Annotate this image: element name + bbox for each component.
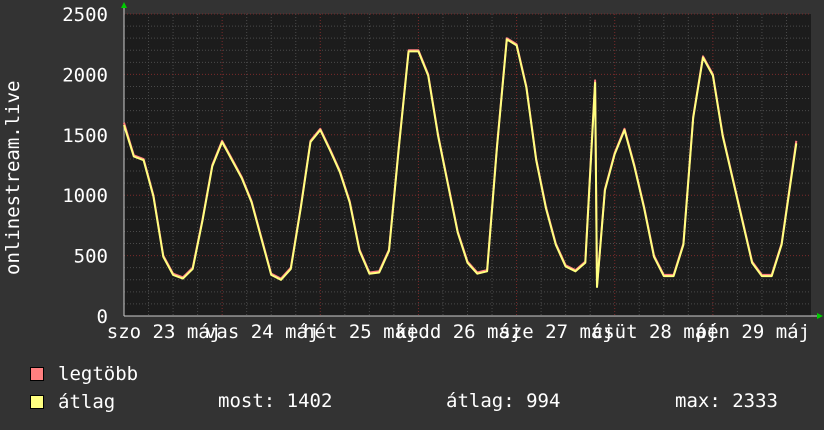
y-tick-label: 2000 [62,64,108,86]
y-axis-label: onlinestream.live [2,81,24,275]
stat-avg: átlag: 994 [446,390,561,412]
x-tick-labels: szo 23 májvas 24 májhét 25 májkedd 26 má… [107,321,810,343]
y-tick-label: 1000 [62,185,108,207]
y-tick-label: 1500 [62,125,108,147]
legend-label-avg: átlag [58,391,116,413]
y-tick-label: 2500 [62,4,108,26]
legend-item-avg: átlag [30,391,115,413]
legend-swatch-max [30,367,44,381]
x-axis-arrow [817,313,823,319]
legend-swatch-avg [30,395,44,409]
y-axis-arrow [121,2,127,8]
y-tick-label: 500 [74,246,108,268]
legend-label-max: legtöbb [58,363,139,385]
stat-now: most: 1402 [218,390,333,412]
stat-max: max: 2333 [675,390,778,412]
legend-item-max: legtöbb [30,363,138,385]
x-tick-label: pén 29 máj [696,321,810,343]
y-tick-labels: 05001000150020002500 [62,4,108,328]
